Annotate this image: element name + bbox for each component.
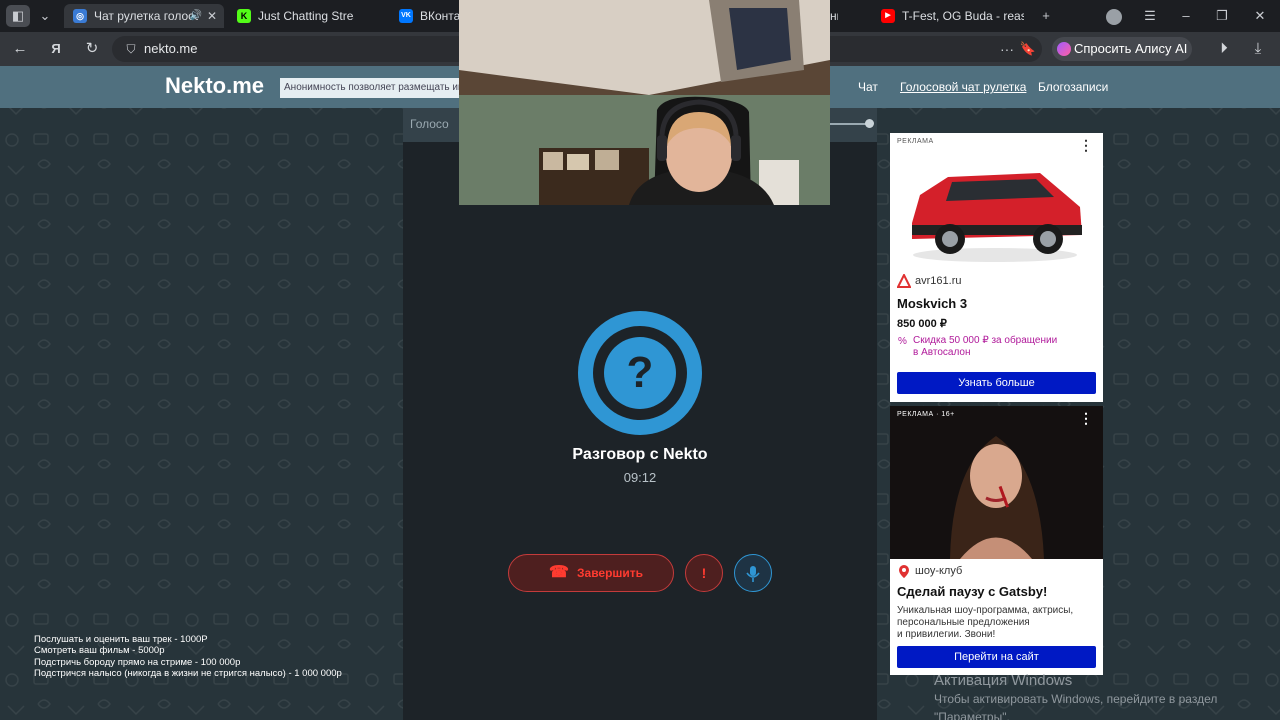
tab-favicon-icon: VK [399, 9, 413, 23]
ad-description-line: и привилегии. Звони! [897, 629, 996, 640]
tab-title: Чат рулетка голосо [94, 9, 198, 23]
activation-line: "Параметры". [934, 710, 1010, 720]
ad-promo: Скидка 50 000 ₽ за обращении в Автосалон [913, 335, 1057, 359]
ad-label: РЕКЛАМА · 16+ [897, 411, 955, 418]
info-banner: Анонимность позволяет размещать инф [280, 78, 460, 98]
yandex-icon[interactable]: Я [44, 38, 68, 60]
location-pin-icon [899, 565, 909, 578]
unknown-user-avatar-icon: ? [604, 337, 676, 409]
avr-logo-icon [897, 274, 911, 288]
download-icon[interactable]: ⤓ [1246, 38, 1270, 60]
tab-favicon-icon: K [237, 9, 251, 23]
activation-heading: Активация Windows [934, 672, 1073, 689]
ad-title: Сделай паузу с Gatsby! [897, 584, 1048, 599]
discount-percent-icon: % [898, 336, 907, 347]
ad-promo-line: в Автосалон [913, 347, 971, 358]
microphone-icon [746, 566, 760, 583]
activation-line: Чтобы активировать Windows, перейдите в … [934, 692, 1218, 706]
red-car-image [912, 173, 1082, 262]
price-list-item: Подстричь бороду прямо на стриме - 100 0… [34, 656, 241, 668]
ad-more-icon[interactable]: ⋮ [1079, 410, 1093, 427]
volume-slider-handle[interactable] [865, 119, 874, 128]
microphone-button[interactable] [734, 554, 772, 592]
go-to-site-button[interactable]: Перейти на сайт [897, 646, 1096, 668]
tab-favicon-icon: ◎ [73, 9, 87, 23]
profile-avatar-icon[interactable] [1102, 5, 1126, 27]
bookmark-icon[interactable]: 🔖 [1020, 36, 1036, 62]
ad-source: avr161.ru [915, 275, 962, 287]
ad-price: 850 000 ₽ [897, 318, 947, 330]
site-info-icon[interactable]: ⛉ [122, 40, 140, 58]
tab-kick-stream[interactable]: K Just Chatting Streaming - [228, 4, 380, 28]
end-call-label: Завершить [577, 566, 644, 580]
player-icon[interactable]: ⏵ [1212, 38, 1236, 60]
report-shield-button[interactable]: ! [685, 554, 723, 592]
learn-more-button[interactable]: Узнать больше [897, 372, 1096, 394]
panel-title: Голосо [410, 117, 449, 131]
close-tab-icon[interactable]: ✕ [207, 4, 217, 28]
back-arrow-icon[interactable]: ← [8, 38, 32, 60]
tab-title: T-Fest, OG Buda - reason [902, 9, 1024, 23]
ad-promo-line: Скидка 50 000 ₽ за обращении [913, 335, 1058, 346]
tab-voice-chat[interactable]: ◎ Чат рулетка голосо 🔊 ✕ [64, 4, 224, 28]
more-dots-icon[interactable]: ··· [1000, 36, 1014, 62]
end-call-button[interactable]: ☎ Завершить [508, 554, 674, 592]
tab-title: ниры [830, 9, 838, 23]
url-text: nekto.me [144, 41, 198, 56]
speaker-icon[interactable]: 🔊 [190, 4, 202, 28]
tab-favicon-icon: ▶ [881, 9, 895, 23]
tab-title: ВКонтакт [420, 9, 460, 23]
nav-link-blog[interactable]: Блогозаписи [1038, 80, 1108, 94]
minimize-icon[interactable]: – [1174, 5, 1198, 27]
stream-price-list: Послушать и оценить ваш трек - 1000Р Смо… [34, 634, 342, 679]
webcam-scene-image [459, 0, 830, 205]
ad-title: Moskvich 3 [897, 296, 968, 311]
ad-label: РЕКЛАМА [897, 138, 934, 145]
price-list-item: Послушать и оценить ваш трек - 1000Р [34, 634, 208, 645]
ad-description-line: персональные предложения [897, 617, 1030, 628]
price-list-item: Смотреть ваш фильм - 5000р [34, 645, 165, 657]
ad-description: Уникальная шоу-программа, актрисы, персо… [897, 605, 1073, 641]
woman-portrait-image [890, 406, 1103, 559]
tab-youtube[interactable]: ▶ T-Fest, OG Buda - reason [872, 4, 1028, 28]
tab-list-chevron-icon[interactable]: ⌄ [36, 5, 54, 27]
windows-activation-watermark: Активация Windows Чтобы активировать Win… [934, 672, 1217, 720]
site-logo[interactable]: Nekto.me [165, 73, 264, 99]
ad-description-line: Уникальная шоу-программа, актрисы, [897, 605, 1074, 616]
hang-up-phone-icon: ☎ [549, 564, 569, 581]
close-window-icon[interactable]: ✕ [1248, 5, 1272, 27]
nav-link-voice-chat[interactable]: Голосовой чат рулетка [900, 80, 1026, 94]
alice-icon [1057, 42, 1071, 56]
ad-source: шоу-клуб [915, 565, 963, 577]
shield-alert-icon: ! [701, 565, 707, 581]
new-tab-button[interactable]: + [1034, 5, 1058, 27]
ask-alice-button[interactable]: Спросить Алису AI [1052, 37, 1192, 61]
volume-slider-track[interactable] [830, 123, 870, 125]
call-title: Разговор с Nekto [572, 446, 708, 463]
tab-title: Just Chatting Streaming - [258, 9, 354, 23]
tab-vk[interactable]: VK ВКонтакт [390, 4, 460, 28]
price-list-item: Подстричся налысо (никогда в жизни не ст… [34, 667, 342, 679]
streamer-webcam-overlay [459, 0, 830, 205]
nav-link-chat[interactable]: Чат [858, 80, 878, 94]
ad-card-moskvich[interactable]: РЕКЛАМА ⋮ avr161.ru Moskvich 3 850 000 ₽… [890, 133, 1103, 402]
app-menu-icon[interactable]: ◧ [6, 5, 30, 27]
reload-icon[interactable]: ↻ [80, 38, 104, 60]
ask-alice-label: Спросить Алису AI [1074, 41, 1188, 56]
menu-hamburger-icon[interactable]: ☰ [1138, 5, 1162, 27]
restore-icon[interactable]: ❐ [1210, 5, 1234, 27]
ad-card-gatsby[interactable]: РЕКЛАМА · 16+ ⋮ шоу-клуб Сделай паузу с … [890, 406, 1103, 675]
call-timer: 09:12 [623, 470, 657, 485]
